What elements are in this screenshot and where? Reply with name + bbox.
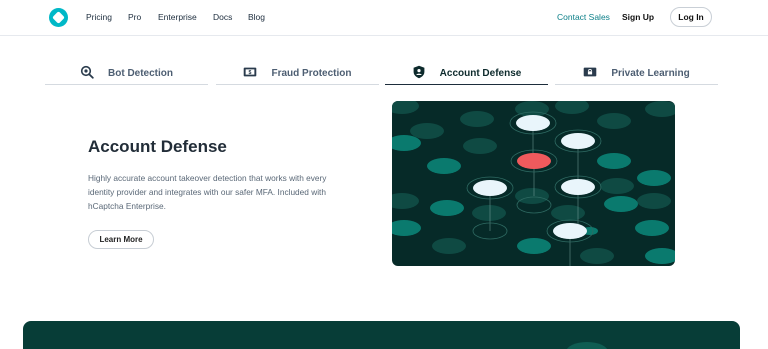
sign-up-link[interactable]: Sign Up: [622, 12, 654, 22]
magnifier-bot-icon: [80, 65, 94, 79]
tab-private-learning[interactable]: Private Learning: [555, 60, 718, 85]
bottom-banner: [23, 321, 740, 349]
nav-pro[interactable]: Pro: [128, 12, 141, 22]
contact-sales-link[interactable]: Contact Sales: [557, 12, 610, 22]
log-in-button[interactable]: Log In: [670, 7, 712, 27]
tab-label: Account Defense: [439, 67, 522, 79]
node-network-graphic: [392, 101, 675, 266]
account-defense-illustration: [392, 101, 675, 266]
dollar-card-icon: $: [243, 65, 257, 79]
learn-more-button[interactable]: Learn More: [88, 230, 154, 249]
lock-card-icon: [583, 65, 597, 79]
nav-enterprise[interactable]: Enterprise: [158, 12, 197, 22]
nav-pricing[interactable]: Pricing: [86, 12, 112, 22]
tab-fraud-protection[interactable]: $ Fraud Protection: [216, 60, 379, 85]
tab-label: Private Learning: [611, 67, 690, 79]
section-title: Account Defense: [88, 137, 227, 156]
banner-decoration: [566, 342, 608, 349]
nav-blog[interactable]: Blog: [248, 12, 265, 22]
tab-bot-detection[interactable]: Bot Detection: [45, 60, 208, 85]
tab-account-defense[interactable]: Account Defense: [385, 60, 548, 85]
site-header: Pricing Pro Enterprise Docs Blog Contact…: [0, 0, 768, 36]
tab-label: Fraud Protection: [271, 67, 352, 79]
section-description: Highly accurate account takeover detecti…: [88, 173, 327, 211]
svg-text:$: $: [249, 70, 252, 76]
hcaptcha-logo-icon[interactable]: [49, 8, 68, 27]
tab-label: Bot Detection: [108, 67, 173, 79]
shield-user-icon: [412, 65, 426, 79]
nav-docs[interactable]: Docs: [213, 12, 232, 22]
